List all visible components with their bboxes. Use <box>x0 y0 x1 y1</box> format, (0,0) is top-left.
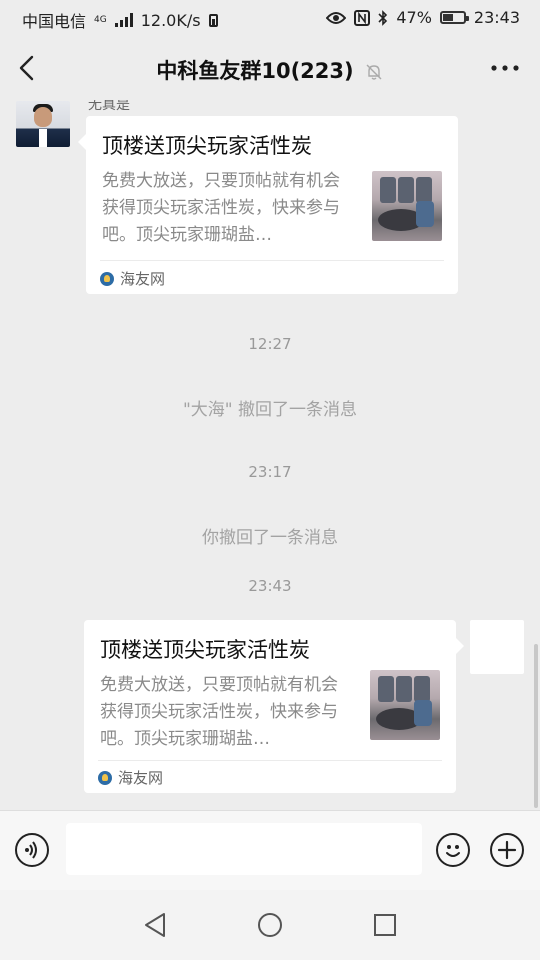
chat-area[interactable]: 无真是 顶楼送顶尖玩家活性炭 免费大放送，只要顶帖就有机会获得顶尖玩家活性炭，快… <box>0 100 540 810</box>
signal-icon <box>114 13 133 27</box>
source-logo-icon <box>100 271 114 286</box>
bluetooth-icon <box>378 9 388 26</box>
card-title: 顶楼送顶尖玩家活性炭 <box>100 638 310 662</box>
voice-input-button[interactable] <box>15 833 49 867</box>
plus-icon <box>497 840 517 860</box>
emoji-button[interactable] <box>436 833 470 867</box>
network-gen-label: 4G <box>94 14 107 25</box>
timestamp: 12:27 <box>248 335 292 353</box>
avatar[interactable] <box>16 101 70 147</box>
eye-icon <box>326 11 347 24</box>
system-navigation-bar <box>0 890 540 960</box>
more-options-icon[interactable] <box>490 58 520 78</box>
sim-icon <box>208 13 218 27</box>
self-avatar[interactable] <box>470 620 524 674</box>
more-functions-button[interactable] <box>490 833 524 867</box>
card-thumbnail <box>370 670 440 740</box>
card-title: 顶楼送顶尖玩家活性炭 <box>102 134 312 158</box>
source-logo-icon <box>98 770 112 785</box>
scrollbar[interactable] <box>534 644 538 808</box>
source-label: 海友网 <box>120 270 166 288</box>
recall-notice: "大海" 撤回了一条消息 <box>182 400 358 420</box>
card-divider <box>98 760 442 761</box>
timestamp: 23:17 <box>248 463 292 481</box>
timestamp: 23:43 <box>248 577 292 595</box>
card-divider <box>100 260 444 261</box>
card-description: 免费大放送，只要顶帖就有机会获得顶尖玩家活性炭，快来参与吧。顶尖玩家珊瑚盐… <box>100 675 338 749</box>
nav-recents-icon[interactable] <box>370 910 400 940</box>
link-card-message[interactable]: 顶楼送顶尖玩家活性炭 免费大放送，只要顶帖就有机会获得顶尖玩家活性炭，快来参与吧… <box>78 116 458 294</box>
sender-name: 无真是 <box>88 100 130 113</box>
carrier-label: 中国电信 <box>22 12 87 31</box>
network-speed: 12.0K/s <box>140 10 201 30</box>
input-bar <box>0 810 540 890</box>
nav-home-icon[interactable] <box>255 910 285 940</box>
status-bar: 中国电信 4G 12.0K/s 47% 23:43 <box>0 0 540 36</box>
card-source: 海友网 <box>100 268 165 289</box>
card-description: 免费大放送，只要顶帖就有机会获得顶尖玩家活性炭，快来参与吧。顶尖玩家珊瑚盐… <box>102 171 340 245</box>
voice-icon <box>25 841 37 859</box>
card-thumbnail <box>372 171 442 241</box>
battery-percent: 47% <box>396 8 432 27</box>
nfc-icon <box>354 9 371 26</box>
recall-notice: 你撤回了一条消息 <box>202 528 338 548</box>
battery-icon <box>439 11 469 24</box>
message-input[interactable] <box>66 823 422 875</box>
clock: 23:43 <box>473 8 520 27</box>
chat-title: 中科鱼友群10(223) <box>156 59 354 83</box>
mute-bell-icon <box>366 64 382 80</box>
smiley-icon <box>446 845 460 857</box>
source-label: 海友网 <box>118 769 164 787</box>
link-card-message[interactable]: 顶楼送顶尖玩家活性炭 免费大放送，只要顶帖就有机会获得顶尖玩家活性炭，快来参与吧… <box>84 620 464 793</box>
chat-header: 中科鱼友群10(223) <box>0 36 540 100</box>
card-source: 海友网 <box>98 767 163 788</box>
nav-back-icon[interactable] <box>140 910 170 940</box>
